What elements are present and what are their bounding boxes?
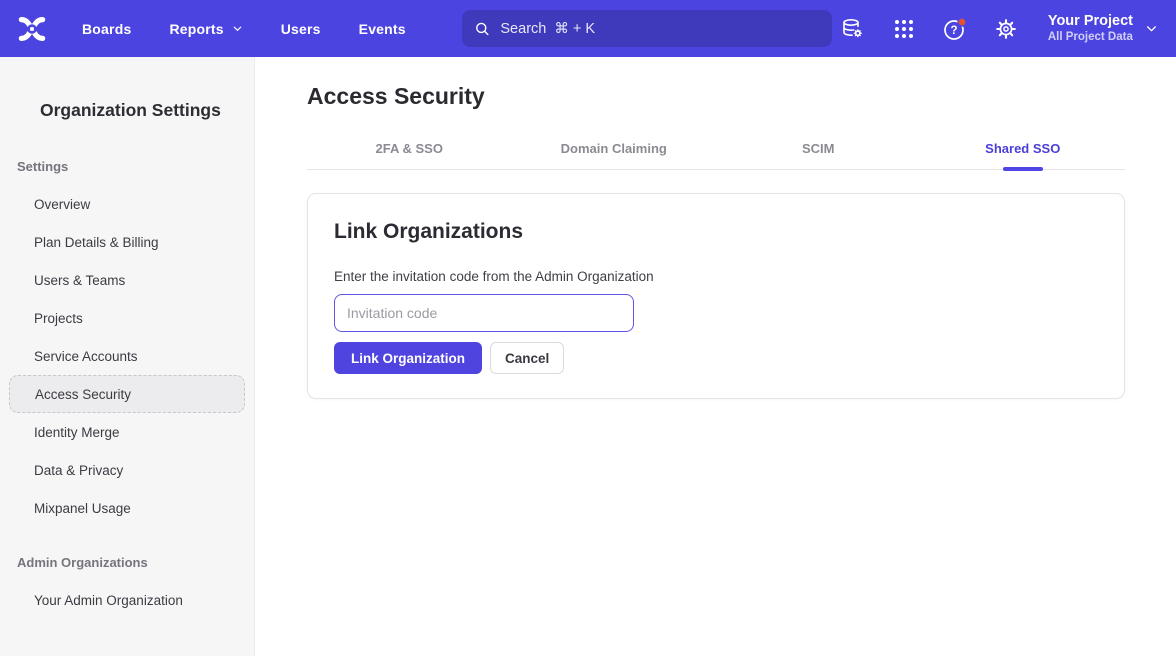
page-title: Access Security [307, 81, 1125, 111]
sidebar-item-plan-details-billing[interactable]: Plan Details & Billing [0, 223, 254, 261]
sidebar-item-projects[interactable]: Projects [0, 299, 254, 337]
tab-domain-claiming[interactable]: Domain Claiming [512, 141, 717, 169]
sidebar-item-access-security[interactable]: Access Security [9, 375, 245, 413]
sidebar-section-settings-label: Settings [17, 158, 254, 176]
apps-grid-icon[interactable] [891, 16, 917, 42]
project-name: Your Project [1048, 12, 1133, 30]
mixpanel-logo[interactable] [16, 13, 48, 45]
nav-item-users[interactable]: Users [281, 21, 321, 37]
nav-item-boards-label: Boards [82, 21, 131, 37]
primary-nav: Boards Reports Users Events [82, 21, 406, 37]
help-icon[interactable]: ? [942, 16, 968, 42]
global-search[interactable] [462, 10, 832, 47]
search-input[interactable] [500, 21, 819, 37]
chevron-down-icon [1145, 22, 1158, 35]
sidebar-title: Organization Settings [40, 99, 254, 121]
nav-item-users-label: Users [281, 21, 321, 37]
tab-scim[interactable]: SCIM [716, 141, 921, 169]
sidebar-item-mixpanel-usage[interactable]: Mixpanel Usage [0, 489, 254, 527]
top-navbar: Boards Reports Users Events [0, 0, 1176, 57]
nav-item-events-label: Events [359, 21, 406, 37]
card-actions: Link Organization Cancel [334, 342, 1098, 374]
navbar-right: ? Your Project All Project Data [840, 12, 1158, 45]
sidebar-item-users-teams[interactable]: Users & Teams [0, 261, 254, 299]
chevron-down-icon [232, 23, 243, 34]
card-title: Link Organizations [334, 218, 1098, 246]
tab-2fa-sso[interactable]: 2FA & SSO [307, 141, 512, 169]
nav-item-reports-label: Reports [169, 21, 223, 37]
settings-gear-icon[interactable] [993, 16, 1019, 42]
project-info: Your Project All Project Data [1048, 12, 1133, 45]
sidebar-item-data-privacy[interactable]: Data & Privacy [0, 451, 254, 489]
nav-item-reports[interactable]: Reports [169, 21, 242, 37]
data-management-icon[interactable] [840, 16, 866, 42]
settings-sidebar: Organization Settings Settings Overview … [0, 57, 255, 656]
svg-text:?: ? [950, 25, 957, 37]
tab-shared-sso[interactable]: Shared SSO [921, 141, 1126, 169]
project-scope: All Project Data [1048, 30, 1133, 45]
nav-item-boards[interactable]: Boards [82, 21, 131, 37]
cancel-button[interactable]: Cancel [490, 342, 564, 374]
sidebar-item-your-admin-organization[interactable]: Your Admin Organization [0, 581, 254, 619]
main-content: Access Security 2FA & SSO Domain Claimin… [255, 57, 1176, 656]
sidebar-item-service-accounts[interactable]: Service Accounts [0, 337, 254, 375]
sidebar-item-overview[interactable]: Overview [0, 185, 254, 223]
search-icon [474, 20, 491, 38]
invitation-code-input[interactable] [334, 294, 634, 332]
invitation-code-label: Enter the invitation code from the Admin… [334, 268, 1098, 285]
sidebar-section-admin-organizations-label: Admin Organizations [17, 554, 254, 572]
notification-dot [958, 18, 966, 26]
project-switcher[interactable]: Your Project All Project Data [1048, 12, 1158, 45]
access-security-tabs: 2FA & SSO Domain Claiming SCIM Shared SS… [307, 111, 1125, 170]
sidebar-item-identity-merge[interactable]: Identity Merge [0, 413, 254, 451]
link-organizations-card: Link Organizations Enter the invitation … [307, 193, 1125, 399]
nav-item-events[interactable]: Events [359, 21, 406, 37]
link-organization-button[interactable]: Link Organization [334, 342, 482, 374]
